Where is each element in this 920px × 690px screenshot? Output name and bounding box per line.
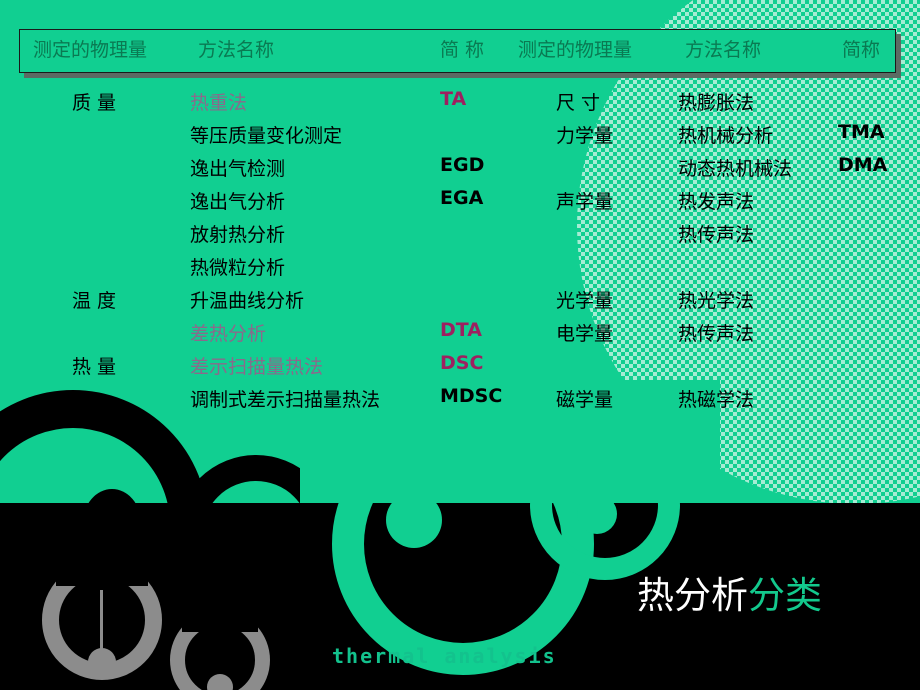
slide-canvas: 测定的物理量 方法名称 简 称 测定的物理量 方法名称 简称 质 量 热重法 TA 等… bbox=[0, 0, 920, 690]
table-cell-quantity-left: 热 量 bbox=[72, 356, 117, 378]
table-cell-abbr-right: DMA bbox=[838, 154, 888, 176]
gauge-small-decoration bbox=[170, 606, 270, 690]
table-cell-method-left: 差示扫描量热法 bbox=[190, 356, 324, 378]
table-cell-quantity-right: 光学量 bbox=[556, 290, 614, 312]
table-cell-method-left: 放射热分析 bbox=[190, 224, 286, 246]
table-cell-abbr-left: DTA bbox=[440, 319, 482, 341]
header-col-method-left: 方法名称 bbox=[198, 39, 275, 61]
table-cell-abbr-left: DSC bbox=[440, 352, 484, 374]
header-col-method-right: 方法名称 bbox=[685, 39, 762, 61]
table-cell-quantity-right: 电学量 bbox=[556, 323, 614, 345]
table-cell-method-right: 热膨胀法 bbox=[678, 92, 755, 114]
table-cell-method-right: 热传声法 bbox=[678, 224, 755, 246]
slide-title-white: 热分析 bbox=[637, 574, 748, 617]
table-cell-abbr-left: TA bbox=[440, 88, 467, 110]
table-cell-quantity-right: 磁学量 bbox=[556, 389, 614, 411]
table-cell-method-left: 差热分析 bbox=[190, 323, 267, 345]
table-cell-method-left: 逸出气检测 bbox=[190, 158, 286, 180]
table-cell-quantity-right: 尺 寸 bbox=[556, 92, 601, 114]
header-col-abbr-right: 简称 bbox=[842, 39, 881, 61]
table-cell-method-left: 热重法 bbox=[190, 92, 248, 114]
table-cell-method-right: 动态热机械法 bbox=[678, 158, 793, 180]
table-cell-quantity-left: 温 度 bbox=[72, 290, 117, 312]
slide-subtitle: thermal analysis bbox=[332, 644, 557, 668]
table-cell-method-left: 调制式差示扫描量热法 bbox=[190, 389, 381, 411]
black-dot-large-decoration bbox=[83, 489, 141, 557]
gauge-arc-mask bbox=[56, 556, 148, 586]
black-dot-small-decoration bbox=[211, 523, 251, 569]
slide-title: 热分析分类 bbox=[637, 565, 822, 619]
table-cell-method-right: 热机械分析 bbox=[678, 125, 774, 147]
table-cell-method-left: 升温曲线分析 bbox=[190, 290, 305, 312]
table-header-box: 测定的物理量 方法名称 简 称 测定的物理量 方法名称 简称 bbox=[19, 29, 896, 73]
gauge-large-decoration bbox=[42, 556, 162, 680]
table-cell-method-left: 等压质量变化测定 bbox=[190, 125, 343, 147]
table-cell-method-right: 热发声法 bbox=[678, 191, 755, 213]
slide-title-green: 分类 bbox=[748, 574, 822, 617]
header-col-quantity-right: 测定的物理量 bbox=[518, 39, 633, 61]
table-cell-abbr-left: MDSC bbox=[440, 385, 503, 407]
table-cell-method-right: 热磁学法 bbox=[678, 389, 755, 411]
table-cell-quantity-right: 力学量 bbox=[556, 125, 614, 147]
table-cell-quantity-right: 声学量 bbox=[556, 191, 614, 213]
table-cell-method-right: 热光学法 bbox=[678, 290, 755, 312]
header-col-quantity-left: 测定的物理量 bbox=[33, 39, 148, 61]
gauge-pivot bbox=[88, 648, 116, 676]
table-cell-abbr-right: TMA bbox=[838, 121, 885, 143]
gauge-arc-mask bbox=[182, 606, 258, 632]
table-cell-method-left: 逸出气分析 bbox=[190, 191, 286, 213]
table-cell-method-left: 热微粒分析 bbox=[190, 257, 286, 279]
table-header-row: 测定的物理量 方法名称 简 称 测定的物理量 方法名称 简称 bbox=[20, 30, 895, 72]
table-cell-abbr-left: EGD bbox=[440, 154, 485, 176]
gauge-needle bbox=[100, 590, 103, 653]
header-col-abbr-left: 简 称 bbox=[440, 39, 485, 61]
table-cell-quantity-left: 质 量 bbox=[72, 92, 117, 114]
table-cell-method-right: 热传声法 bbox=[678, 323, 755, 345]
table-cell-abbr-left: EGA bbox=[440, 187, 484, 209]
